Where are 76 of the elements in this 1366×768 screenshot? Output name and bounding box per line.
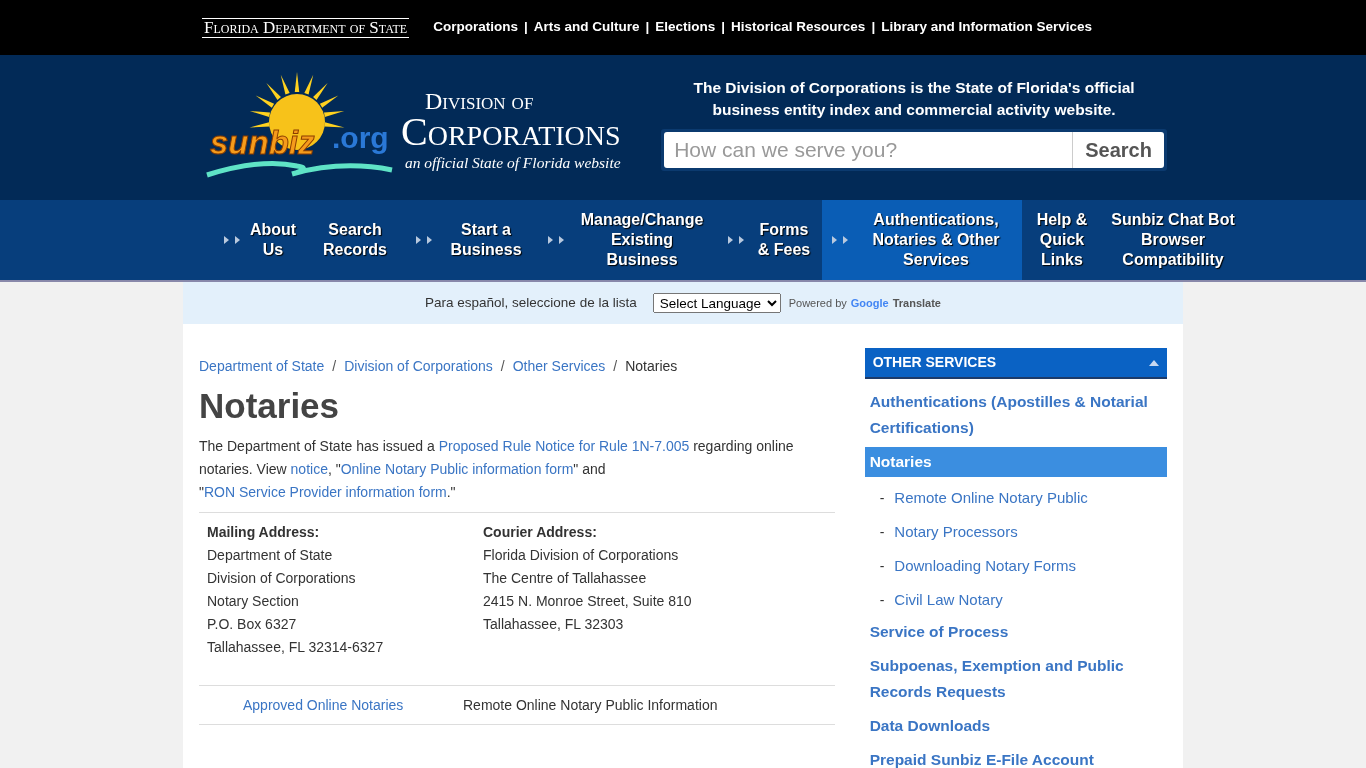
sidebar-link[interactable]: Data Downloads	[864, 711, 1167, 741]
nav-item[interactable]: Sunbiz Chat Bot Browser Compatibility	[1102, 200, 1244, 280]
address-line: Division of Corporations	[207, 569, 357, 588]
breadcrumb-link[interactable]: Department of State	[199, 358, 325, 374]
nav-item[interactable]: Authentications, Notaries & Other Services	[822, 200, 1022, 280]
double-arrow-icon	[830, 235, 850, 245]
separator: |	[871, 18, 876, 37]
address-heading: Courier Address:	[483, 523, 598, 542]
sidebar-header[interactable]: OTHER SERVICES	[864, 348, 1167, 379]
address-line: Tallahassee, FL 32314-6327	[207, 638, 385, 657]
address-line: Florida Division of Corporations	[483, 546, 680, 565]
address-line: Department of State	[207, 546, 334, 565]
address-line: Tallahassee, FL 32303	[483, 615, 625, 634]
sidebar-link[interactable]: Prepaid Sunbiz E-File Account	[864, 745, 1167, 768]
address-line: P.O. Box 6327	[207, 615, 298, 634]
address-line: 2415 N. Monroe Street, Suite 810	[483, 592, 693, 611]
top-nav-link[interactable]: Arts and Culture	[533, 17, 640, 38]
double-arrow-icon	[221, 235, 242, 245]
sidebar-sublink[interactable]: Remote Online Notary Public	[894, 481, 1088, 515]
collapse-caret-icon	[1149, 359, 1159, 366]
sidebar-link[interactable]: Service of Process	[864, 617, 1167, 647]
search-field[interactable]: How can we serve you?	[664, 131, 1073, 168]
sidebar-sublink[interactable]: Downloading Notary Forms	[894, 549, 1077, 583]
sidebar-sublink[interactable]: Civil Law Notary	[894, 583, 1003, 617]
translate-link[interactable]: Translate	[892, 294, 941, 312]
list-dash: -	[879, 590, 885, 610]
florida-department-of-state-logo[interactable]: Florida Department of State	[202, 17, 410, 38]
separator: |	[523, 18, 528, 37]
breadcrumb-link[interactable]: Other Services	[512, 358, 606, 374]
breadcrumb-link[interactable]: Division of Corporations	[344, 358, 493, 374]
list-dash: -	[879, 522, 885, 542]
tagline: The Division of Corporations is the State of Florida's official business entity index and commercial activity website.	[692, 77, 1136, 120]
double-arrow-icon	[726, 235, 746, 245]
breadcrumb-current: Notaries	[625, 358, 678, 374]
top-nav-link[interactable]: Corporations	[433, 17, 518, 38]
nav-item[interactable]: Manage/Change Existing Business	[538, 200, 718, 280]
intro-link[interactable]: RON Service Provider information form	[204, 484, 447, 500]
resource-link[interactable]: Approved Online Notaries	[199, 694, 463, 716]
intro-paragraph: The Department of State has issued a Proposed Rule Notice for Rule 1N-7.005 regarding online notaries. View notice, "Online Notary Public information form" and "RON Service Provider information form."	[199, 437, 795, 502]
language-select[interactable]: Select Language	[652, 293, 781, 313]
top-nav-link[interactable]: Library and Information Services	[881, 17, 1092, 38]
division-heading: Division of	[425, 88, 534, 113]
sidebar-sublink[interactable]: Notary Processors	[894, 515, 1018, 549]
nav-item[interactable]: Forms & Fees	[718, 200, 822, 280]
separator: |	[721, 18, 726, 37]
google-logo: Google	[850, 295, 889, 311]
page-title: Notaries	[199, 385, 341, 427]
breadcrumb-separator: /	[613, 358, 618, 374]
breadcrumb-separator: /	[500, 358, 505, 374]
intro-link[interactable]: Proposed Rule Notice for Rule 1N-7.005	[438, 438, 690, 454]
double-arrow-icon	[546, 235, 566, 245]
nav-item[interactable]: Start a Business	[406, 200, 538, 280]
powered-by-text: Powered by	[788, 295, 847, 311]
site-subtitle: an official State of Florida website	[404, 152, 621, 173]
sidebar-link[interactable]: Subpoenas, Exemption and Public Records Requests	[864, 651, 1167, 707]
search-button[interactable]: Search	[1072, 131, 1164, 168]
resource-description: Remote Online Notary Public Information	[463, 695, 718, 715]
address-line: Notary Section	[207, 592, 300, 611]
breadcrumb-separator: /	[332, 358, 337, 374]
top-nav-link[interactable]: Historical Resources	[731, 17, 866, 38]
list-dash: -	[879, 488, 885, 508]
double-arrow-icon	[414, 235, 434, 245]
sidebar-link[interactable]: Notaries	[864, 447, 1167, 477]
address-heading: Mailing Address:	[207, 523, 321, 542]
separator: |	[645, 18, 650, 37]
intro-link[interactable]: Online Notary Public information form	[340, 461, 574, 477]
top-nav-link[interactable]: Elections	[655, 17, 716, 38]
corporations-heading: Corporations	[401, 112, 621, 151]
sidebar-link[interactable]: Authentications (Apostilles & Notarial Certifications)	[864, 387, 1167, 443]
translate-prompt: Para español, seleccione de la lista	[425, 293, 637, 312]
nav-item[interactable]: Search Records	[304, 200, 406, 280]
nav-item[interactable]: Help & Quick Links	[1022, 200, 1102, 280]
address-line: The Centre of Tallahassee	[483, 569, 648, 588]
intro-link[interactable]: notice	[290, 461, 328, 477]
list-dash: -	[879, 556, 885, 576]
nav-item[interactable]: About Us	[214, 200, 304, 280]
